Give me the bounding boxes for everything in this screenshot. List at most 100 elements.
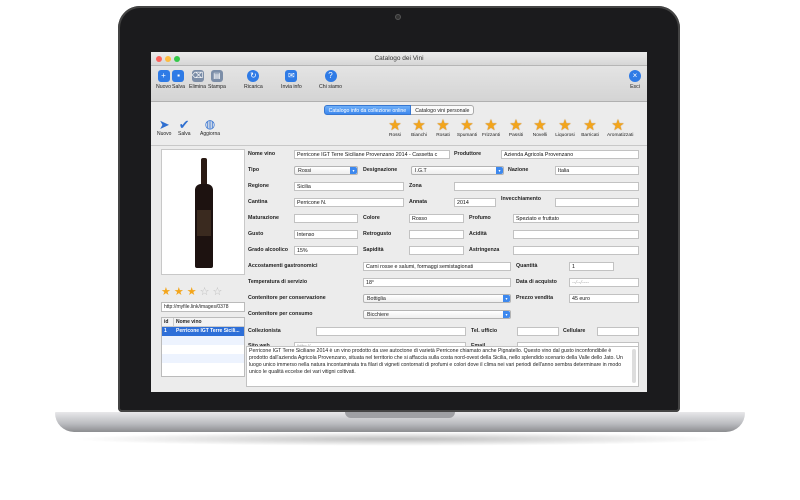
profumo-field[interactable]: Speziato e fruttato bbox=[513, 214, 639, 223]
invecchiamento-field[interactable] bbox=[555, 198, 639, 207]
zona-field[interactable] bbox=[454, 182, 639, 191]
star-icon[interactable]: ★ bbox=[161, 285, 171, 298]
category-label: Passiti bbox=[508, 133, 524, 138]
designazione-select[interactable]: I.G.T ▾ bbox=[411, 166, 504, 175]
category-rossi-button[interactable]: ★ Rossi bbox=[384, 118, 406, 138]
star-icon[interactable]: ☆ bbox=[200, 285, 210, 298]
label-gusto: Gusto bbox=[248, 231, 264, 237]
temperatura-field[interactable]: 18° bbox=[363, 278, 511, 287]
label-profumo: Profumo bbox=[469, 215, 491, 221]
reload-icon: ↻ bbox=[247, 70, 260, 82]
scrollbar[interactable] bbox=[632, 349, 636, 383]
checkmark-icon: ✔ bbox=[178, 117, 190, 132]
star-icon[interactable]: ☆ bbox=[213, 285, 223, 298]
accostamenti-field[interactable]: Carni rosse e salumi, formaggi semistagi… bbox=[363, 262, 511, 271]
exit-icon: × bbox=[629, 70, 641, 82]
annata-field[interactable]: 2014 bbox=[454, 198, 496, 207]
print-button[interactable]: ▤ Stampa bbox=[208, 70, 226, 90]
label-acidita: Acidità bbox=[469, 231, 487, 237]
prezzo-field[interactable]: 45 euro bbox=[569, 294, 639, 303]
tab-online-catalog[interactable]: Catalogo info da collezione online bbox=[323, 105, 412, 115]
reload-button[interactable]: ↻ Ricarica bbox=[244, 70, 263, 90]
about-button[interactable]: ? Chi siamo bbox=[319, 70, 342, 90]
label-astringenza: Astringenza bbox=[469, 247, 500, 253]
category-passiti-button[interactable]: ★ Passiti bbox=[505, 118, 527, 138]
rating-stars[interactable]: ★ ★ ★ ☆ ☆ bbox=[161, 285, 245, 298]
category-label: Barricati bbox=[581, 133, 599, 138]
maturazione-field[interactable] bbox=[294, 214, 358, 223]
label-nome: Nome vino bbox=[248, 151, 276, 157]
new-wine-button[interactable]: ➤ Nuovo bbox=[157, 118, 171, 137]
wine-bottle-image bbox=[195, 158, 213, 268]
save-button[interactable]: ▪ Salva bbox=[172, 70, 185, 90]
send-info-button[interactable]: ✉ Invia info bbox=[281, 70, 302, 90]
category-bianchi-button[interactable]: ★ Bianchi bbox=[408, 118, 430, 138]
plus-icon: + bbox=[157, 70, 170, 82]
star-icon: ★ bbox=[436, 117, 450, 134]
category-novelli-button[interactable]: ★ Novelli bbox=[529, 118, 551, 138]
label-zona: Zona bbox=[409, 183, 422, 189]
exit-button[interactable]: × Esci bbox=[629, 70, 641, 90]
label-prezzo: Prezzo vendita bbox=[516, 295, 554, 301]
window-title: Catalogo dei Vini bbox=[374, 55, 424, 62]
contenitore-consumo-select[interactable]: Bicchiere ▾ bbox=[363, 310, 511, 319]
image-url-field[interactable]: http://myfile.link/images/0378 bbox=[161, 302, 245, 312]
acidita-field[interactable] bbox=[513, 230, 639, 239]
label-temperatura: Temperatura di servizio bbox=[248, 279, 308, 285]
contenitore-conservazione-select[interactable]: Bottiglia ▾ bbox=[363, 294, 511, 303]
astringenza-field[interactable] bbox=[513, 246, 639, 255]
retrogusto-field[interactable] bbox=[409, 230, 464, 239]
category-frizzanti-button[interactable]: ★ Frizzanti bbox=[480, 118, 502, 138]
colore-field[interactable]: Rosso bbox=[409, 214, 464, 223]
cellulare-field[interactable] bbox=[597, 327, 639, 336]
star-icon[interactable]: ★ bbox=[174, 285, 184, 298]
cantina-field[interactable]: Perricone N. bbox=[294, 198, 404, 207]
left-panel: ★ ★ ★ ☆ ☆ http://myfile.link/images/0378 id … bbox=[161, 149, 245, 377]
floppy-icon: ▪ bbox=[172, 70, 185, 82]
tipo-select[interactable]: Rossi ▾ bbox=[294, 166, 358, 175]
category-spumanti-button[interactable]: ★ Spumanti bbox=[456, 118, 478, 138]
gusto-field[interactable]: Intenso bbox=[294, 230, 358, 239]
close-icon[interactable] bbox=[156, 56, 162, 62]
update-button[interactable]: ◍ Aggiorna bbox=[200, 118, 220, 138]
wine-form: Nome vino Perricone IGT Terre Siciliane … bbox=[246, 147, 641, 355]
description-textarea[interactable]: Perricone IGT Terre Siciliane 2014 è un … bbox=[246, 346, 639, 387]
data-acquisto-field[interactable]: --/--/---- bbox=[569, 278, 639, 287]
produttore-field[interactable]: Azienda Agricola Provenzano bbox=[501, 150, 639, 159]
new-button[interactable]: + Nuovo bbox=[156, 70, 171, 90]
minimize-icon[interactable] bbox=[165, 56, 171, 62]
chevron-down-icon: ▾ bbox=[503, 311, 510, 318]
col-name[interactable]: Nome vino bbox=[174, 318, 202, 326]
category-aromatizzati-button[interactable]: ★ Aromatizzati bbox=[607, 118, 633, 138]
col-id[interactable]: id bbox=[162, 318, 174, 326]
zoom-icon[interactable] bbox=[174, 56, 180, 62]
list-item[interactable]: 1 Perricone IGT Terre Sicili... bbox=[162, 327, 244, 336]
nome-vino-field[interactable]: Perricone IGT Terre Siciliane Provenzano… bbox=[294, 150, 450, 159]
star-icon: ★ bbox=[583, 117, 597, 134]
grado-field[interactable]: 15% bbox=[294, 246, 358, 255]
star-icon[interactable]: ★ bbox=[187, 285, 197, 298]
quantita-field[interactable]: 1 bbox=[569, 262, 614, 271]
wine-list: id Nome vino 1 Perricone IGT Terre Sicil… bbox=[161, 317, 245, 377]
label-retrogusto: Retrogusto bbox=[363, 231, 392, 237]
envelope-icon: ✉ bbox=[285, 70, 298, 82]
delete-button[interactable]: ⌫ Elimina bbox=[189, 70, 206, 90]
catalog-tabs: Catalogo info da collezione online Catal… bbox=[151, 104, 647, 116]
laptop-shadow bbox=[70, 432, 730, 446]
label-designazione: Designazione bbox=[363, 167, 398, 173]
chevron-down-icon: ▾ bbox=[350, 167, 357, 174]
nazione-field[interactable]: Italia bbox=[555, 166, 639, 175]
title-bar: Catalogo dei Vini bbox=[151, 52, 647, 66]
label-annata: Annata bbox=[409, 199, 427, 205]
regione-field[interactable]: Sicilia bbox=[294, 182, 404, 191]
category-liquorosi-button[interactable]: ★ Liquorosi bbox=[554, 118, 576, 138]
tab-personal-catalog[interactable]: Catalogo vini personale bbox=[411, 105, 475, 115]
label-contenitore-consumo: Contenitore per consumo bbox=[248, 311, 313, 317]
label-data-acquisto: Data di acquisto bbox=[516, 279, 557, 285]
tel-ufficio-field[interactable] bbox=[517, 327, 559, 336]
category-barricati-button[interactable]: ★ Barricati bbox=[579, 118, 601, 138]
sapidita-field[interactable] bbox=[409, 246, 464, 255]
save-wine-button[interactable]: ✔ Salva bbox=[178, 118, 191, 137]
collezionista-field[interactable] bbox=[316, 327, 466, 336]
category-rosati-button[interactable]: ★ Rosati bbox=[432, 118, 454, 138]
